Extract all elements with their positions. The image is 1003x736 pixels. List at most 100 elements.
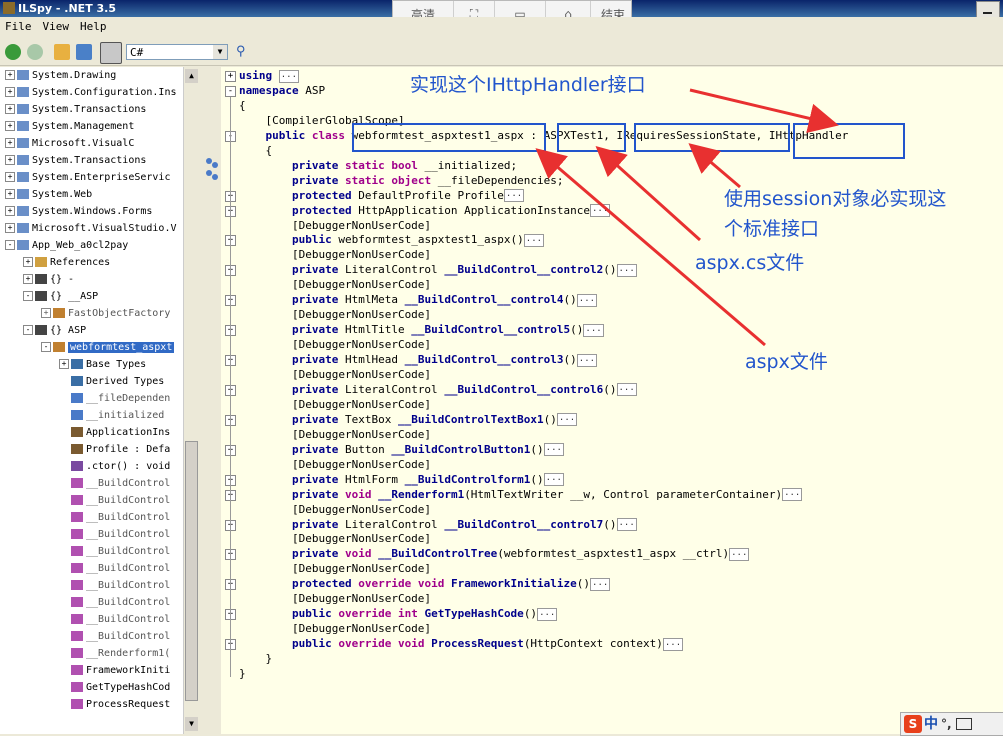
tree-node[interactable]: Profile : Defa [59, 444, 170, 461]
tree-node[interactable]: + System.Drawing [5, 70, 116, 87]
expand-ellipsis[interactable]: ... [503, 189, 525, 203]
tree-node[interactable]: __BuildControl [59, 546, 170, 563]
expand-icon[interactable]: + [5, 155, 15, 165]
tree-scrollbar[interactable]: ▲ ▼ [183, 67, 199, 734]
expand-ellipsis[interactable]: ... [576, 293, 598, 307]
tree-node[interactable]: - {} __ASP [23, 291, 98, 308]
expand-icon[interactable]: + [5, 189, 15, 199]
tree-node[interactable]: FrameworkIniti [59, 665, 170, 682]
menu-file[interactable]: File [5, 20, 32, 33]
expand-ellipsis[interactable]: ... [583, 323, 604, 337]
fold-collapse-icon[interactable]: - [225, 85, 236, 97]
tree-node[interactable]: __BuildControl [59, 580, 170, 597]
expand-ellipsis[interactable]: ... [782, 488, 803, 502]
expand-icon[interactable]: + [23, 257, 33, 267]
collapse-icon[interactable]: - [23, 291, 33, 301]
tree-node[interactable]: + System.Configuration.Ins [5, 87, 177, 104]
tree-node[interactable]: .ctor() : void [59, 461, 170, 478]
minimize-button[interactable] [976, 1, 1000, 18]
expand-ellipsis[interactable]: ... [662, 637, 684, 651]
tree-node[interactable]: GetTypeHashCod [59, 682, 170, 699]
forward-icon[interactable] [27, 44, 43, 60]
expand-ellipsis[interactable]: ... [537, 607, 558, 621]
tree-node[interactable]: + System.Windows.Forms [5, 206, 152, 223]
expand-icon[interactable]: + [5, 70, 15, 80]
expand-icon[interactable]: + [5, 172, 15, 182]
tree-node[interactable]: - webformtest_aspxt [41, 342, 175, 359]
expand-ellipsis[interactable]: ... [616, 518, 637, 531]
tree-node[interactable]: Derived Types [59, 376, 164, 393]
expand-ellipsis[interactable]: ... [523, 233, 545, 247]
tree-node[interactable]: + System.Transactions [5, 104, 146, 121]
expand-ellipsis[interactable]: ... [616, 383, 637, 397]
ime-toolbar[interactable]: S 中 °, [900, 712, 1003, 736]
ime-mode[interactable]: 中 [924, 716, 938, 732]
tree-node[interactable]: + References [23, 257, 110, 274]
menu-help[interactable]: Help [80, 20, 107, 33]
tree-node[interactable]: + FastObjectFactory [41, 308, 170, 325]
expand-icon[interactable]: + [5, 104, 15, 114]
tree-node[interactable]: + System.EnterpriseServic [5, 172, 170, 189]
expand-icon[interactable]: + [41, 308, 51, 318]
tree-node[interactable]: + System.Web [5, 189, 92, 206]
scroll-thumb[interactable] [185, 441, 198, 701]
back-icon[interactable] [5, 44, 21, 60]
expand-ellipsis[interactable]: ... [590, 577, 611, 591]
expand-icon[interactable]: + [23, 274, 33, 284]
show-internal-icon[interactable] [100, 42, 122, 64]
tree-node[interactable]: __initialized [59, 410, 164, 427]
tree-node[interactable]: + Base Types [59, 359, 146, 376]
code-view[interactable]: + using ... - namespace ASP{ [CompilerGloba… [221, 67, 1003, 734]
tree-node[interactable]: __fileDependen [59, 393, 170, 410]
code-text: () [523, 607, 538, 621]
menu-view[interactable]: View [43, 20, 70, 33]
pane-splitter[interactable] [199, 67, 221, 734]
expand-icon[interactable]: + [5, 87, 15, 97]
collapse-icon[interactable]: - [41, 342, 51, 352]
tree-node[interactable]: __BuildControl [59, 614, 170, 631]
tree-node[interactable]: __BuildControl [59, 495, 170, 512]
tree-node[interactable]: + System.Transactions [5, 155, 146, 172]
expand-ellipsis[interactable]: ... [278, 69, 300, 83]
tree-node[interactable]: __BuildControl [59, 563, 170, 580]
refresh-icon[interactable] [76, 44, 92, 60]
keyboard-icon[interactable] [955, 718, 972, 730]
tree-node[interactable]: __BuildControl [59, 512, 170, 529]
tree-node[interactable]: + Microsoft.VisualStudio.V [5, 223, 177, 240]
tree-node[interactable]: ProcessRequest [59, 699, 170, 716]
tree-node[interactable]: __BuildControl [59, 529, 170, 546]
expand-ellipsis[interactable]: ... [729, 547, 750, 561]
language-select[interactable]: C# ▼ [126, 44, 228, 60]
tree-node[interactable]: __BuildControl [59, 631, 170, 648]
tree-node[interactable]: __BuildControl [59, 478, 170, 495]
tree-node[interactable]: + Microsoft.VisualC [5, 138, 134, 155]
open-folder-icon[interactable] [54, 44, 70, 60]
tree-node[interactable]: ApplicationIns [59, 427, 170, 444]
expand-ellipsis[interactable]: ... [576, 353, 598, 367]
expand-icon[interactable]: + [5, 121, 15, 131]
expand-ellipsis[interactable]: ... [556, 413, 578, 427]
expand-ellipsis[interactable]: ... [616, 263, 637, 277]
assembly-tree[interactable]: + System.Drawing + System.Configuration.Ins… [0, 67, 199, 734]
tree-node[interactable]: - App_Web_a0cl2pay [5, 240, 128, 257]
expand-icon[interactable]: + [5, 138, 15, 148]
tree-node[interactable]: __Renderform1( [59, 648, 170, 665]
chevron-down-icon[interactable]: ▼ [213, 45, 227, 59]
expand-icon[interactable]: + [5, 206, 15, 216]
expand-ellipsis[interactable]: ... [590, 204, 611, 218]
tree-node[interactable]: + {} - [23, 274, 74, 291]
scroll-up-icon[interactable]: ▲ [185, 69, 198, 83]
scroll-down-icon[interactable]: ▼ [185, 717, 198, 731]
fold-expand-icon[interactable]: + [225, 71, 236, 82]
expand-ellipsis[interactable]: ... [543, 473, 564, 487]
expand-icon[interactable]: + [5, 223, 15, 233]
expand-ellipsis[interactable]: ... [543, 443, 564, 457]
tree-node[interactable]: __BuildControl [59, 597, 170, 614]
collapse-icon[interactable]: - [23, 325, 33, 335]
collapse-icon[interactable]: - [5, 240, 15, 250]
search-icon[interactable]: ⚲ [236, 44, 252, 60]
tree-node[interactable]: - {} ASP [23, 325, 86, 342]
ime-punct[interactable]: °, [941, 717, 952, 731]
tree-node[interactable]: + System.Management [5, 121, 134, 138]
expand-icon[interactable]: + [59, 359, 69, 369]
